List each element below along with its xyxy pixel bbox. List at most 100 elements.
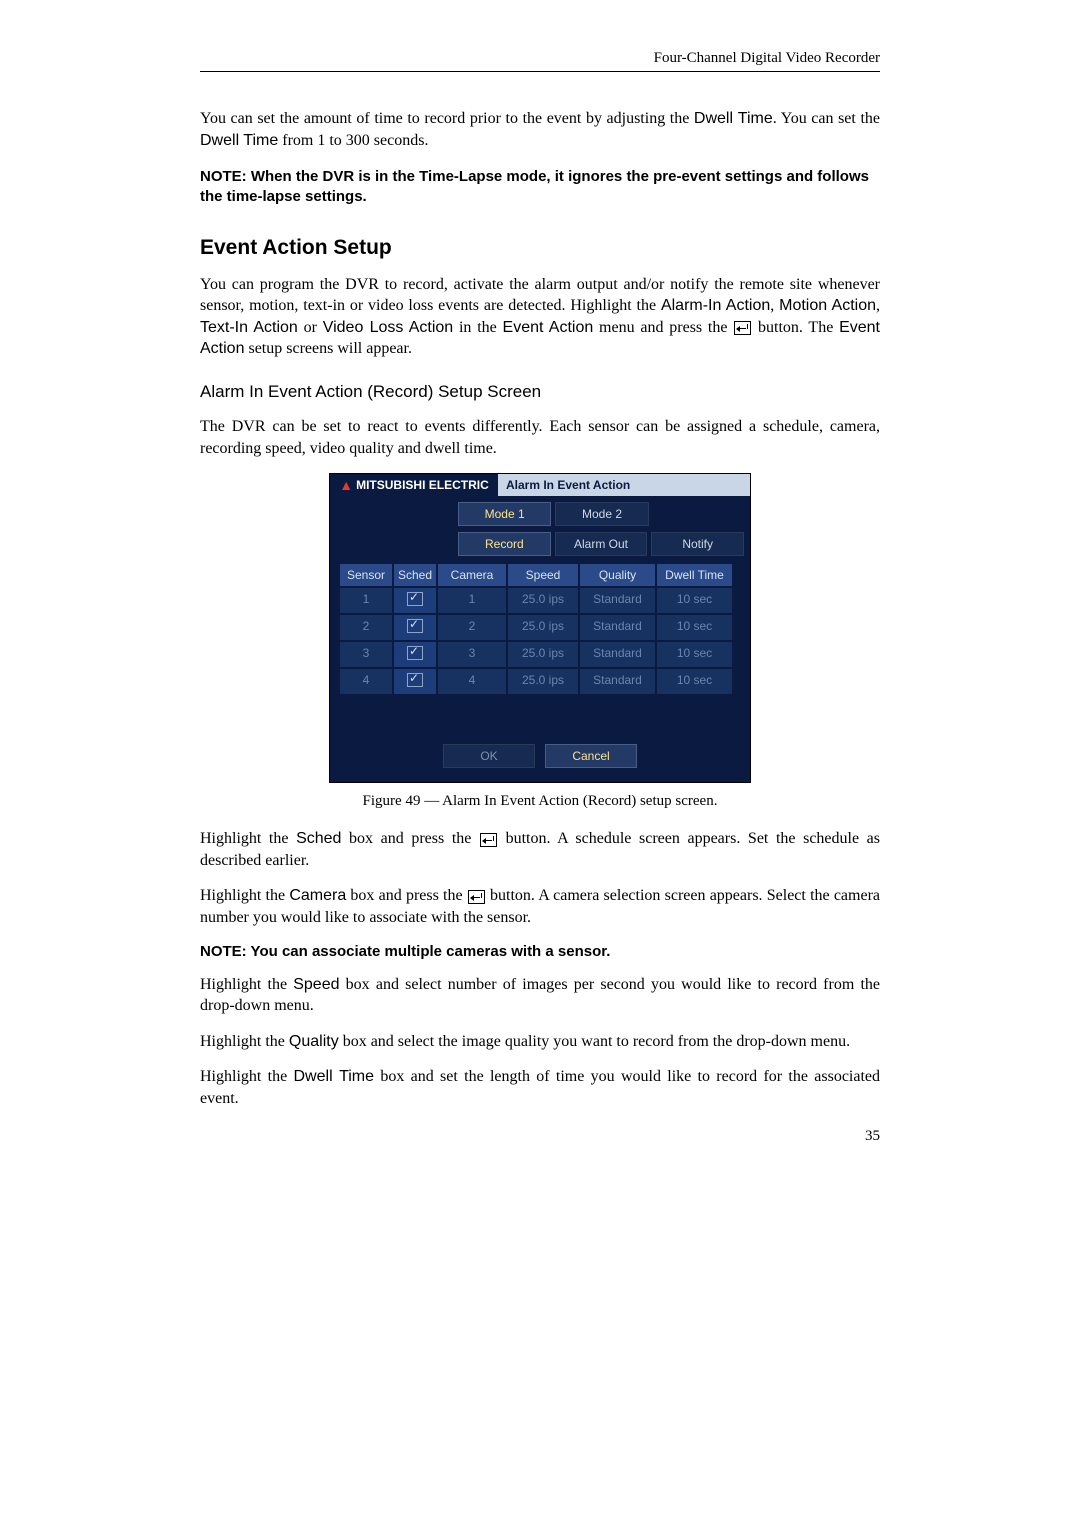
intro-paragraph: You can set the amount of time to record… [200,108,880,151]
checkbox-icon [407,673,423,687]
dwell-cell[interactable]: 10 sec [657,642,732,667]
text: setup screens will appear. [244,340,412,357]
sched-cell[interactable] [394,642,436,667]
text: Highlight the [200,1033,289,1050]
col-camera: Camera [438,564,506,586]
dvr-window-title: Alarm In Event Action [498,474,750,496]
quality-cell[interactable]: Standard [580,669,655,694]
quality-label: Quality [289,1033,339,1050]
enter-icon [734,321,751,335]
dwell-time-label: Dwell Time [200,132,278,149]
quality-paragraph: Highlight the Quality box and select the… [200,1031,880,1053]
text: Highlight the [200,887,289,904]
tab-record[interactable]: Record [458,532,551,556]
text: button. The [752,319,839,336]
sched-cell[interactable] [394,615,436,640]
text: , [876,297,880,314]
spacer [653,502,744,526]
text: box and press the [341,830,479,847]
speed-cell[interactable]: 25.0 ips [508,669,578,694]
table-row: 4 4 25.0 ips Standard 10 sec [340,669,740,694]
figure-caption: Figure 49 — Alarm In Event Action (Recor… [200,793,880,810]
table-row: 1 1 25.0 ips Standard 10 sec [340,588,740,613]
camera-cell[interactable]: 4 [438,669,506,694]
dwell-cell[interactable]: 10 sec [657,588,732,613]
dvr-table: Sensor Sched Camera Speed Quality Dwell … [340,564,740,694]
figure-wrapper: ▲MITSUBISHI ELECTRIC Alarm In Event Acti… [200,473,880,783]
quality-cell[interactable]: Standard [580,588,655,613]
sensor-cell: 1 [340,588,392,613]
col-sensor: Sensor [340,564,392,586]
tab-row: Record Alarm Out Notify [330,526,750,556]
spacer [336,532,454,556]
text: Highlight the [200,976,293,993]
table-row: 3 3 25.0 ips Standard 10 sec [340,642,740,667]
col-sched: Sched [394,564,436,586]
sched-label: Sched [296,830,341,847]
text: . You can set the [773,110,880,127]
tab-notify[interactable]: Notify [651,532,744,556]
table-row: 2 2 25.0 ips Standard 10 sec [340,615,740,640]
speed-label: Speed [293,976,339,993]
sensor-cell: 3 [340,642,392,667]
enter-icon [480,833,497,847]
sched-cell[interactable] [394,669,436,694]
quality-cell[interactable]: Standard [580,642,655,667]
dvr-brand: ▲MITSUBISHI ELECTRIC [330,474,498,496]
page-number: 35 [200,1128,880,1145]
alarm-in-action-label: Alarm-In Action [661,297,770,314]
note-timelapse: NOTE: When the DVR is in the Time-Lapse … [200,167,880,208]
mitsubishi-logo-icon: ▲ [339,478,353,492]
col-dwell: Dwell Time [657,564,732,586]
camera-cell[interactable]: 2 [438,615,506,640]
speed-cell[interactable]: 25.0 ips [508,588,578,613]
camera-cell[interactable]: 1 [438,588,506,613]
checkbox-icon [407,592,423,606]
sensor-cell: 2 [340,615,392,640]
checkbox-icon [407,646,423,660]
section-heading: Event Action Setup [200,236,880,260]
col-quality: Quality [580,564,655,586]
dvr-titlebar: ▲MITSUBISHI ELECTRIC Alarm In Event Acti… [330,474,750,496]
camera-cell[interactable]: 3 [438,642,506,667]
text: box and press the [346,887,467,904]
event-action-menu-label: Event Action [503,319,594,336]
quality-cell[interactable]: Standard [580,615,655,640]
enter-icon [468,890,485,904]
text: in the [453,319,502,336]
sched-cell[interactable] [394,588,436,613]
event-action-paragraph: You can program the DVR to record, activ… [200,274,880,360]
speed-cell[interactable]: 25.0 ips [508,642,578,667]
document-page: Four-Channel Digital Video Recorder You … [0,0,1080,1528]
speed-cell[interactable]: 25.0 ips [508,615,578,640]
dwell-time-label: Dwell Time [294,1068,375,1085]
dvr-content: Mode 1 Mode 2 Record Alarm Out Notify Se… [330,496,750,782]
brand-text: MITSUBISHI ELECTRIC [356,478,489,492]
mode-row: Mode 1 Mode 2 [330,496,750,526]
text: Highlight the [200,830,296,847]
motion-action-label: Motion Action [779,297,876,314]
doc-title: Four-Channel Digital Video Recorder [654,50,880,66]
dwell-time-label: Dwell Time [694,110,773,127]
dwell-cell[interactable]: 10 sec [657,669,732,694]
textin-action-label: Text-In Action [200,319,298,336]
tab-alarm-out[interactable]: Alarm Out [555,532,648,556]
sensor-cell: 4 [340,669,392,694]
table-header-row: Sensor Sched Camera Speed Quality Dwell … [340,564,740,586]
camera-paragraph: Highlight the Camera box and press the b… [200,885,880,928]
col-speed: Speed [508,564,578,586]
mode2-button[interactable]: Mode 2 [555,502,648,526]
text: or [298,319,323,336]
dwell-cell[interactable]: 10 sec [657,615,732,640]
ok-button[interactable]: OK [443,744,535,768]
speed-paragraph: Highlight the Speed box and select numbe… [200,974,880,1017]
mode1-button[interactable]: Mode 1 [458,502,551,526]
videoloss-action-label: Video Loss Action [323,319,453,336]
cancel-button[interactable]: Cancel [545,744,637,768]
checkbox-icon [407,619,423,633]
sched-paragraph: Highlight the Sched box and press the bu… [200,828,880,871]
text: menu and press the [593,319,733,336]
note-multi-camera: NOTE: You can associate multiple cameras… [200,943,880,960]
desc-paragraph: The DVR can be set to react to events di… [200,416,880,459]
text: box and select the image quality you wan… [339,1033,850,1050]
